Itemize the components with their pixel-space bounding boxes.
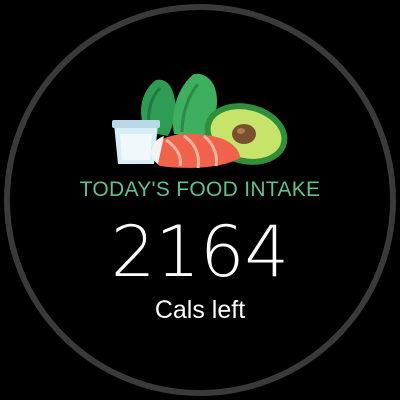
calories-remaining-value[interactable]: 2164 [0, 212, 400, 292]
watch-screen: TODAY'S FOOD INTAKE 2164 Cals left [0, 0, 400, 400]
food-illustration-icon [108, 68, 292, 172]
calories-remaining-label: Cals left [154, 296, 246, 324]
widget-title: TODAY'S FOOD INTAKE [79, 178, 321, 201]
